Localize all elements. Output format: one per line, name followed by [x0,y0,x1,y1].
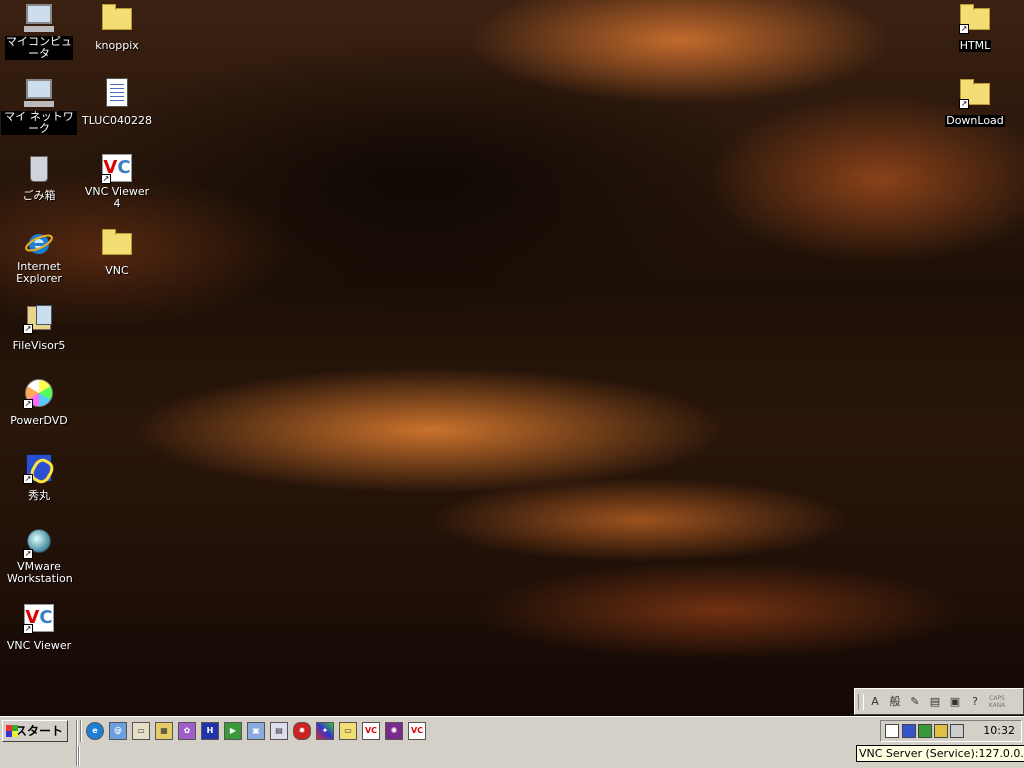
multicolor-quicklaunch-icon[interactable]: ✦ [316,722,334,740]
kana-label: KANA [988,701,1006,709]
computer-icon [24,4,54,32]
ie-quicklaunch-icon[interactable]: e [86,722,104,740]
app-red-quicklaunch-icon[interactable]: ✹ [293,722,311,740]
shortcut-arrow-icon: ↗ [959,24,969,34]
system-tray: 10:32 [880,720,1022,742]
vnc-viewer-quicklaunch-icon[interactable]: VC [408,722,426,740]
caps-label: CAPS [989,694,1005,702]
show-desktop-icon[interactable]: ▭ [132,722,150,740]
folder-icon [102,229,132,255]
window-quicklaunch-icon[interactable]: ▣ [247,722,265,740]
shortcut-arrow-icon: ↗ [23,549,33,559]
editor-quicklaunch-icon[interactable]: H [201,722,219,740]
outlook-quicklaunch-icon[interactable]: @ [109,722,127,740]
icon-label: ごみ箱 [22,189,56,202]
icon-label: マイ ネットワーク [1,111,77,135]
ime-language-bar[interactable]: A 般 ✎ ▤ ▣ ? CAPS KANA [854,688,1024,715]
taskbar-row-divider [78,746,80,766]
ime-input-mode-icon[interactable]: A [866,693,884,711]
icon-label: DownLoad [945,114,1005,127]
desktop-icon-hidemaru[interactable]: ↗ 秀丸 [1,452,77,503]
icon-label: FileVisor5 [12,339,66,352]
internet-explorer-icon [25,234,53,254]
desktop-icon-tluc[interactable]: TLUC040228 [79,77,155,128]
desktop-icon-vnc-folder[interactable]: VNC [79,227,155,278]
desktop-icon-html[interactable]: ↗ HTML [937,2,1013,53]
volume-tray-icon[interactable] [934,724,948,738]
vnc-quicklaunch-icon[interactable]: VC [362,722,380,740]
folder-quicklaunch-icon[interactable]: ▭ [339,722,357,740]
document-icon [106,78,128,107]
recycle-bin-icon [30,156,48,182]
icon-label: VNC Viewer [6,639,72,652]
help-icon[interactable]: ? [966,693,984,711]
icon-label: VMware Workstation [7,560,73,585]
taskbar-separator [80,720,82,742]
desktop-icon-vmware[interactable]: ↗ VMware Workstation [1,527,77,586]
vnc-server-tray-icon[interactable] [885,724,899,738]
ime-dictionary-icon[interactable]: ▤ [926,693,944,711]
network-tray-icon[interactable] [918,724,932,738]
desktop-icon-internet-explorer[interactable]: Internet Explorer [1,227,77,286]
desktop-icon-powerdvd[interactable]: ↗ PowerDVD [1,377,77,428]
icon-label: knoppix [95,39,139,52]
shortcut-arrow-icon: ↗ [23,474,33,484]
windows-logo-icon [6,725,18,737]
desktop-icon-recycle-bin[interactable]: ごみ箱 [1,152,77,203]
start-label: スタート [14,724,63,738]
desktop-icon-vnc-viewer-4[interactable]: VC ↗ VNC Viewer 4 [79,152,155,211]
shortcut-arrow-icon: ↗ [23,399,33,409]
icon-label: Internet Explorer [16,260,62,285]
icon-label: PowerDVD [10,414,68,427]
icon-label: 秀丸 [28,489,50,502]
network-icon [24,79,54,107]
desktop-icon-my-computer[interactable]: マイコンピュータ [1,2,77,61]
desktop-icon-download[interactable]: ↗ DownLoad [937,77,1013,128]
desktop-icon-vnc-viewer[interactable]: VC ↗ VNC Viewer [1,602,77,653]
clock[interactable]: 10:32 [983,724,1015,738]
desktop-icon-filevisor[interactable]: ↗ FileVisor5 [1,302,77,353]
ime-properties-icon[interactable]: ▣ [946,693,964,711]
desktop-icon-my-network[interactable]: マイ ネットワーク [1,77,77,136]
start-button[interactable]: スタート [2,720,68,742]
desktop-icon-knoppix[interactable]: knoppix [79,2,155,53]
icon-label: VNC Viewer 4 [84,185,150,210]
tool-quicklaunch-icon[interactable]: ▶ [224,722,242,740]
explorer-quicklaunch-icon[interactable]: ▦ [155,722,173,740]
ime-pad-icon[interactable]: ✎ [906,693,924,711]
desktop[interactable]: マイコンピュータ マイ ネットワーク ごみ箱 Internet Explorer… [0,0,1024,716]
pen-tray-icon[interactable] [950,724,964,738]
shortcut-arrow-icon: ↗ [101,174,111,184]
calendar-quicklaunch-icon[interactable]: ▤ [270,722,288,740]
paint-quicklaunch-icon[interactable]: ✿ [178,722,196,740]
ime-conversion-mode[interactable]: 般 [886,693,904,711]
battery-tray-icon[interactable] [902,724,916,738]
icon-label: TLUC040228 [81,114,153,127]
drag-handle-icon[interactable] [858,693,864,710]
shortcut-arrow-icon: ↗ [23,324,33,334]
shortcut-arrow-icon: ↗ [23,624,33,634]
shortcut-arrow-icon: ↗ [959,99,969,109]
app-quicklaunch-icon[interactable]: ✺ [385,722,403,740]
icon-label: HTML [958,39,992,52]
folder-icon [102,4,132,30]
icon-label: VNC [105,264,129,277]
tray-tooltip: VNC Server (Service):127.0.0.1 [856,745,1024,762]
quick-launch-bar: e @ ▭ ▦ ✿ H ▶ ▣ ▤ ✹ ✦ ▭ VC ✺ VC [86,722,426,740]
icon-label: マイコンピュータ [5,35,73,60]
caps-kana-indicator: CAPS KANA [986,695,1008,709]
